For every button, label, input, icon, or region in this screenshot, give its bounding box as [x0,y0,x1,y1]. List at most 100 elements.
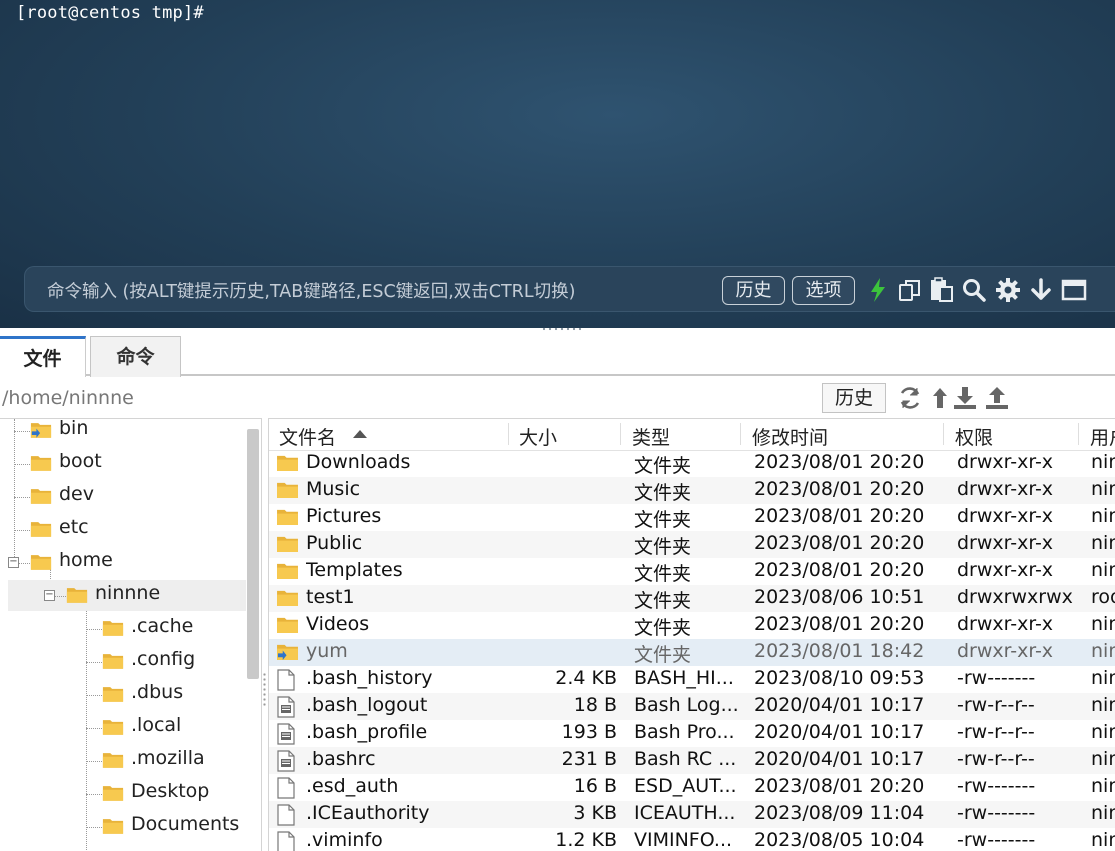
column-header-permissions[interactable]: 权限 [955,423,993,450]
row-icon [276,831,296,851]
file-owner: nin [1091,613,1115,635]
row-icon [276,507,299,531]
tree-item-desktop[interactable]: Desktop [0,778,246,809]
gear-icon[interactable] [995,277,1021,303]
file-name: .viminfo [306,829,383,851]
tree-item-etc[interactable]: etc [0,514,246,545]
tree-item-ninnne[interactable]: − ninnne [8,580,246,611]
tree-item-label: .cache [131,615,194,637]
tree-item-dot-dbus[interactable]: .dbus [0,679,246,710]
tree-item-label: Documents [131,813,240,835]
collapse-toggle-icon[interactable]: − [8,557,19,568]
path-bar: /home/ninnne 历史 [0,378,1115,418]
file-name: Downloads [306,451,411,473]
file-row[interactable]: yum 文件夹 2023/08/01 18:42 drwxr-xr-x nin [269,639,1115,666]
tree-scrollbar-thumb[interactable] [247,429,259,679]
tree-item-dot-config[interactable]: .config [0,646,246,677]
file-modified: 2023/08/01 20:20 [754,613,925,635]
download-icon[interactable] [952,385,978,411]
folder-icon [30,489,52,504]
tree-item-bin[interactable]: bin [0,419,246,446]
file-name: Music [306,478,361,500]
row-icon [276,453,299,477]
column-header-owner[interactable]: 用户 [1090,423,1115,450]
column-header-modified[interactable]: 修改时间 [752,423,828,450]
file-row[interactable]: Templates 文件夹 2023/08/01 20:20 drwxr-xr-x ni… [269,558,1115,585]
file-icon [277,804,295,826]
path-history-button[interactable]: 历史 [822,383,886,413]
tree-item-documents[interactable]: Documents [0,811,246,842]
file-type: ESD_AUT... [634,775,737,797]
file-row[interactable]: test1 文件夹 2023/08/06 10:51 drwxrwxrwx roo [269,585,1115,612]
file-row[interactable]: .bashrc 231 B Bash RC ... 2020/04/01 10:17 -… [269,747,1115,774]
file-type: ICEAUTH... [634,802,736,824]
tree-item-label: ninnne [95,582,161,604]
column-header-type[interactable]: 类型 [632,423,670,450]
sort-ascending-icon [353,430,367,438]
command-history-button[interactable]: 历史 [722,276,785,305]
file-name: Templates [306,559,403,581]
terminal-panel[interactable]: [root@centos tmp]# 命令输入 (按ALT键提示历史,TAB键路… [0,0,1115,328]
tree-connector [14,497,30,498]
row-icon [276,588,299,612]
file-owner: nin [1091,451,1115,473]
file-name: Public [306,532,363,554]
file-row[interactable]: Videos 文件夹 2023/08/01 20:20 drwxr-xr-x nin [269,612,1115,639]
column-separator [620,423,621,445]
file-list[interactable]: 文件名 大小 类型 修改时间 权限 用户 Downloads 文件夹 2023/08… [268,418,1115,851]
file-row[interactable]: .bash_history 2.4 KB BASH_HI... 2023/08/10 … [269,666,1115,693]
file-modified: 2023/08/01 18:42 [754,640,925,662]
file-permissions: drwxr-xr-x [957,640,1054,662]
lightning-icon[interactable] [865,277,891,303]
maximize-icon[interactable] [1061,277,1087,303]
tree-item-dot-local[interactable]: .local [0,712,246,743]
copy-icon[interactable] [897,277,923,303]
row-icon [276,480,299,504]
tree-item-boot[interactable]: boot [0,448,246,479]
file-row[interactable]: .bash_profile 193 B Bash Pro... 2020/04/01 … [269,720,1115,747]
search-icon[interactable] [961,277,987,303]
tab-commands[interactable]: 命令 [90,336,181,377]
file-row[interactable]: .ICEauthority 3 KB ICEAUTH... 2023/08/09 11… [269,801,1115,828]
directory-tree[interactable]: bin boot dev etc − home − ninnne .cache .config .d… [0,418,262,851]
file-permissions: -rw------- [957,829,1036,851]
tree-connector [86,761,102,762]
folder-icon [102,753,124,768]
pane-divider-handle[interactable] [262,672,267,708]
file-row[interactable]: Music 文件夹 2023/08/01 20:20 drwxr-xr-x nin [269,477,1115,504]
paste-icon[interactable] [929,277,955,303]
file-row[interactable]: .bash_logout 18 B Bash Log... 2020/04/01 10… [269,693,1115,720]
column-separator [1078,423,1079,445]
file-modified: 2023/08/01 20:20 [754,478,925,500]
file-row[interactable]: .esd_auth 16 B ESD_AUT... 2023/08/01 20:20 -… [269,774,1115,801]
collapse-toggle-icon[interactable]: − [44,590,55,601]
download-arrow-icon[interactable] [1028,277,1054,303]
command-input-placeholder[interactable]: 命令输入 (按ALT键提示历史,TAB键路径,ESC键返回,双击CTRL切换) [47,278,575,303]
tree-item-dev[interactable]: dev [0,481,246,512]
tab-files[interactable]: 文件 [0,336,86,377]
tree-connector [86,728,102,729]
file-row[interactable]: .viminfo 1.2 KB VIMINFO... 2023/08/05 10:04… [269,828,1115,851]
file-size: 18 B [573,694,617,716]
row-icon [276,723,296,750]
column-header-name[interactable]: 文件名 [279,423,336,450]
folder-icon [102,786,124,801]
file-row[interactable]: Pictures 文件夹 2023/08/01 20:20 drwxr-xr-x nin [269,504,1115,531]
command-options-button[interactable]: 选项 [792,276,855,305]
up-arrow-icon[interactable] [927,385,953,411]
upload-icon[interactable] [984,385,1010,411]
command-input-bar[interactable]: 命令输入 (按ALT键提示历史,TAB键路径,ESC键返回,双击CTRL切换) … [24,266,1115,312]
panel-splitter-handle[interactable] [541,327,581,331]
tree-item-dot-mozilla[interactable]: .mozilla [0,745,246,776]
file-row[interactable]: Public 文件夹 2023/08/01 20:20 drwxr-xr-x nin [269,531,1115,558]
file-row[interactable]: Downloads 文件夹 2023/08/01 20:20 drwxr-xr-x ni… [269,450,1115,477]
column-header-size[interactable]: 大小 [519,423,557,450]
tree-item-home[interactable]: − home [0,547,246,578]
file-permissions: -rw-r--r-- [957,748,1035,770]
row-icon [276,642,299,666]
refresh-icon[interactable] [897,385,923,411]
tree-item-dot-cache[interactable]: .cache [0,613,246,644]
path-input[interactable]: /home/ninnne [2,387,134,409]
row-icon [276,669,296,696]
column-separator [508,423,509,445]
